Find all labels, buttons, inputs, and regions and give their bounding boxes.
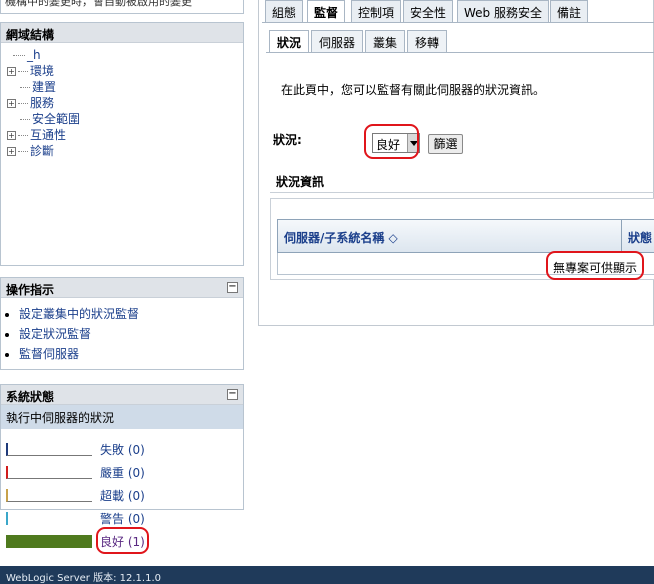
tree-item-deployments[interactable]: 建置 [7, 79, 237, 95]
tree-connector [20, 119, 30, 120]
system-status-title-text: 系統狀態 [6, 390, 55, 404]
column-header-name[interactable]: 伺服器/子系統名稱 ◇ [284, 229, 398, 246]
health-link[interactable]: 超載 (0) [100, 487, 145, 504]
subtabs-divider [266, 52, 654, 53]
tree-item-label[interactable]: 互通性 [30, 128, 66, 142]
system-status-title: 系統狀態 − [1, 385, 243, 405]
health-bar [6, 443, 92, 456]
highlight-annotation [546, 251, 644, 280]
domain-structure-title: 網域結構 [1, 23, 243, 43]
list-item: 設定叢集中的狀況監督 [19, 304, 243, 324]
tree-item-label[interactable]: 服務 [30, 96, 54, 110]
tree-item-label[interactable]: 安全範圍 [32, 112, 80, 126]
domain-tree: _h + 環境 建置 + 服務 安全範圍 + 互通性 + 診斷 [1, 43, 243, 163]
tree-connector [20, 87, 30, 88]
list-item: 監督伺服器 [19, 344, 243, 364]
tree-connector [18, 135, 28, 136]
health-row-critical: 嚴重 (0) [6, 464, 226, 480]
expand-icon[interactable]: + [7, 99, 16, 108]
health-row-overloaded: 超載 (0) [6, 487, 226, 503]
tab-web-service-security[interactable]: Web 服務安全 [457, 0, 549, 22]
list-item: 設定狀況監督 [19, 324, 243, 344]
tree-item-interoperability[interactable]: + 互通性 [7, 127, 237, 143]
health-row-warning: 警告 (0) [6, 510, 226, 526]
expand-icon[interactable]: + [7, 131, 16, 140]
tree-item-diagnostics[interactable]: + 診斷 [7, 143, 237, 159]
health-bar [6, 466, 92, 479]
column-header-status[interactable]: 狀態 [628, 229, 652, 246]
subtab-clusters[interactable]: 叢集 [365, 30, 406, 52]
tree-root-link[interactable]: _h [27, 48, 41, 62]
version-footer: WebLogic Server 版本: 12.1.1.0 [0, 566, 654, 584]
how-do-i-title-text: 操作指示 [6, 283, 55, 297]
how-do-i-panel: 操作指示 − 設定叢集中的狀況監督 設定狀況監督 監督伺服器 [0, 277, 244, 370]
tree-connector [13, 55, 25, 56]
subtab-health[interactable]: 狀況 [269, 30, 310, 52]
expand-icon[interactable]: + [7, 147, 16, 156]
health-link[interactable]: 嚴重 (0) [100, 464, 145, 481]
tree-item-services[interactable]: + 服務 [7, 95, 237, 111]
health-link[interactable]: 失敗 (0) [100, 441, 145, 458]
health-link[interactable]: 警告 (0) [100, 510, 145, 527]
tab-configuration[interactable]: 組態 [265, 0, 304, 22]
tree-item-environment[interactable]: + 環境 [7, 63, 237, 79]
tabs-divider [262, 22, 654, 23]
collapse-icon[interactable]: − [227, 282, 238, 293]
tree-item-label[interactable]: 環境 [30, 64, 54, 78]
tree-item-label[interactable]: 診斷 [30, 144, 54, 158]
highlight-annotation [96, 527, 149, 554]
status-filter-label: 狀況: [273, 133, 302, 147]
tree-connector [18, 71, 28, 72]
tree-connector [18, 103, 28, 104]
status-info-title: 狀況資訊 [276, 175, 325, 189]
tab-notes[interactable]: 備註 [550, 0, 589, 22]
tab-security[interactable]: 安全性 [403, 0, 454, 22]
health-bar [6, 535, 92, 548]
health-row-failed: 失敗 (0) [6, 441, 226, 457]
tree-root[interactable]: _h [7, 47, 237, 63]
subtab-servers[interactable]: 伺服器 [311, 30, 364, 52]
tree-item-security-realms[interactable]: 安全範圍 [7, 111, 237, 127]
tree-item-label[interactable]: 建置 [32, 80, 56, 94]
how-do-i-link[interactable]: 監督伺服器 [19, 347, 79, 361]
highlight-annotation [364, 124, 419, 159]
health-bar [6, 489, 92, 502]
previous-panel-fragment: 機構中的變更時，會自動被啟用的變更 [0, 0, 244, 14]
expand-icon[interactable]: + [7, 67, 16, 76]
intro-text: 在此頁中，您可以監督有關此伺服器的狀況資訊。 [281, 83, 546, 97]
tree-connector [18, 151, 28, 152]
column-divider [621, 220, 622, 253]
how-do-i-link[interactable]: 設定狀況監督 [19, 327, 91, 341]
fragment-text: 機構中的變更時，會自動被啟用的變更 [5, 0, 192, 8]
tab-monitoring[interactable]: 監督 [307, 0, 346, 23]
subtab-migration[interactable]: 移轉 [407, 30, 448, 52]
health-bar [6, 512, 92, 525]
section-divider [270, 192, 654, 193]
how-do-i-link[interactable]: 設定叢集中的狀況監督 [19, 307, 139, 321]
collapse-icon[interactable]: − [227, 389, 238, 400]
health-subtitle: 執行中伺服器的狀況 [1, 405, 243, 429]
domain-structure-panel: 網域結構 _h + 環境 建置 + 服務 安全範圍 + 互通性 + 診斷 [0, 22, 244, 266]
how-do-i-title: 操作指示 − [1, 278, 243, 298]
filter-button[interactable]: 篩選 [428, 134, 463, 154]
tab-control[interactable]: 控制項 [351, 0, 402, 22]
how-do-i-list: 設定叢集中的狀況監督 設定狀況監督 監督伺服器 [1, 304, 243, 364]
table-header: 伺服器/子系統名稱 ◇ 狀態 [277, 219, 654, 253]
